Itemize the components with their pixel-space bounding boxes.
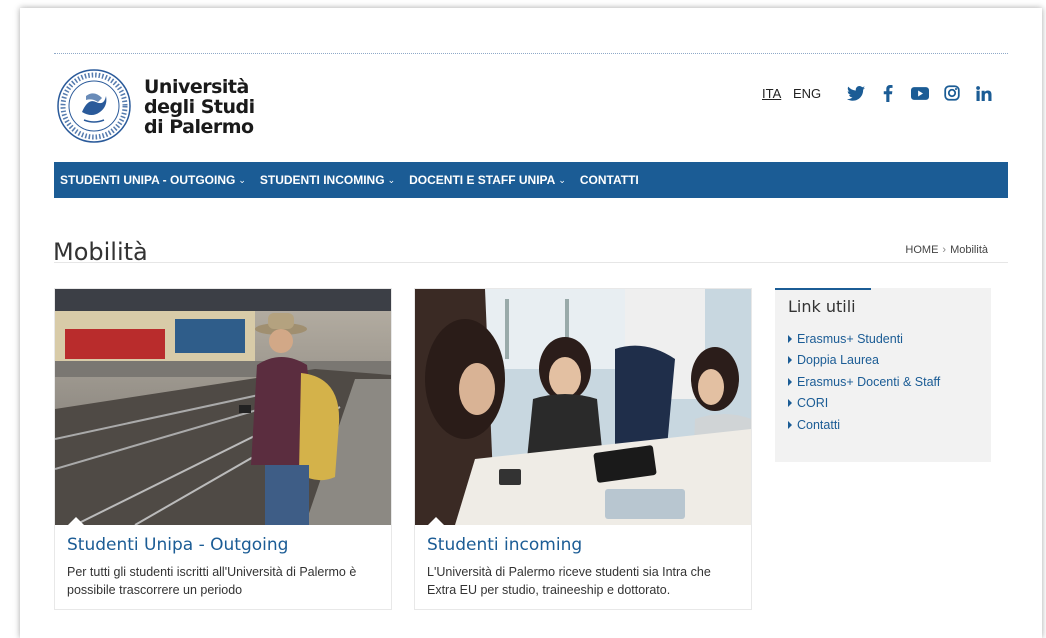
sidebar-link-label: Erasmus+ Docenti & Staff	[797, 374, 941, 389]
breadcrumb-home-link[interactable]: HOME	[905, 244, 938, 256]
nav-item-label: DOCENTI E STAFF UNIPA	[409, 173, 556, 187]
linkedin-icon[interactable]	[974, 83, 994, 103]
logo-wordmark: Università degli Studi di Palermo	[144, 77, 255, 137]
logo-line-1: Università	[144, 76, 249, 98]
sidebar-link-label: Erasmus+ Studenti	[797, 331, 903, 346]
card-image-train-platform[interactable]	[55, 289, 391, 525]
breadcrumb-separator: ›	[942, 244, 947, 256]
card-image-notch	[67, 517, 85, 526]
card-title[interactable]: Studenti Unipa - Outgoing	[67, 535, 288, 555]
title-divider	[54, 262, 1008, 263]
browser-page: Università degli Studi di Palermo ITA EN…	[20, 8, 1042, 638]
nav-item-docenti-staff[interactable]: DOCENTI E STAFF UNIPA ⌄	[409, 173, 566, 187]
facebook-icon[interactable]	[878, 83, 898, 103]
logo-line-3: di Palermo	[144, 116, 254, 138]
card-outgoing[interactable]: Studenti Unipa - Outgoing Per tutti gli …	[54, 288, 392, 610]
university-logo[interactable]: Università degli Studi di Palermo	[56, 68, 256, 148]
sidebar-title: Link utili	[788, 297, 856, 316]
nav-item-label: CONTATTI	[579, 173, 639, 187]
chevron-down-icon: ⌄	[558, 174, 566, 185]
breadcrumb: HOME › Mobilità	[905, 244, 988, 256]
card-description: L'Università di Palermo riceve studenti …	[427, 565, 711, 597]
nav-item-incoming[interactable]: STUDENTI INCOMING ⌄	[260, 173, 395, 187]
sidebar-link-cori[interactable]: CORI	[788, 393, 940, 415]
sidebar-accent-bar	[775, 288, 871, 290]
chevron-down-icon: ⌄	[387, 174, 396, 185]
seal-icon	[57, 69, 131, 143]
logo-line-2: degli Studi	[144, 96, 255, 118]
lang-ita-link[interactable]: ITA	[762, 86, 781, 101]
chevron-down-icon: ⌄	[238, 174, 246, 185]
nav-item-label: STUDENTI UNIPA - OUTGOING	[60, 173, 236, 187]
nav-item-outgoing[interactable]: STUDENTI UNIPA - OUTGOING ⌄	[60, 173, 246, 187]
card-description: Per tutti gli studenti iscritti all'Univ…	[67, 565, 357, 597]
twitter-icon[interactable]	[846, 83, 866, 103]
caret-right-icon	[788, 377, 792, 386]
sidebar-link-label: Doppia Laurea	[797, 353, 880, 368]
sidebar-link-label: Contatti	[797, 417, 841, 432]
nav-item-contatti[interactable]: CONTATTI	[580, 173, 639, 187]
sidebar-link-doppia-laurea[interactable]: Doppia Laurea	[788, 350, 940, 372]
breadcrumb-current: Mobilità	[950, 244, 988, 256]
card-image-notch	[427, 517, 445, 526]
sidebar-link-label: CORI	[797, 396, 829, 411]
nav-item-label: STUDENTI INCOMING	[259, 173, 385, 187]
youtube-icon[interactable]	[910, 83, 930, 103]
caret-right-icon	[788, 356, 792, 365]
card-title[interactable]: Studenti incoming	[427, 535, 582, 555]
sidebar-link-utili: Link utili Erasmus+ Studenti Doppia Laur…	[775, 288, 991, 462]
card-incoming[interactable]: Studenti incoming L'Università di Palerm…	[414, 288, 752, 610]
social-links	[846, 83, 994, 103]
instagram-icon[interactable]	[942, 83, 962, 103]
main-nav: STUDENTI UNIPA - OUTGOING ⌄ STUDENTI INC…	[54, 162, 1008, 198]
sidebar-links: Erasmus+ Studenti Doppia Laurea Erasmus+…	[788, 328, 940, 436]
caret-right-icon	[788, 420, 792, 429]
sidebar-link-erasmus-studenti[interactable]: Erasmus+ Studenti	[788, 328, 940, 350]
sidebar-link-contatti[interactable]: Contatti	[788, 414, 940, 436]
caret-right-icon	[788, 399, 792, 408]
caret-right-icon	[788, 334, 792, 343]
sidebar-link-erasmus-docenti-staff[interactable]: Erasmus+ Docenti & Staff	[788, 371, 940, 393]
top-divider	[54, 53, 1008, 54]
card-image-students-table[interactable]	[415, 289, 751, 525]
lang-eng-link[interactable]: ENG	[793, 86, 821, 101]
